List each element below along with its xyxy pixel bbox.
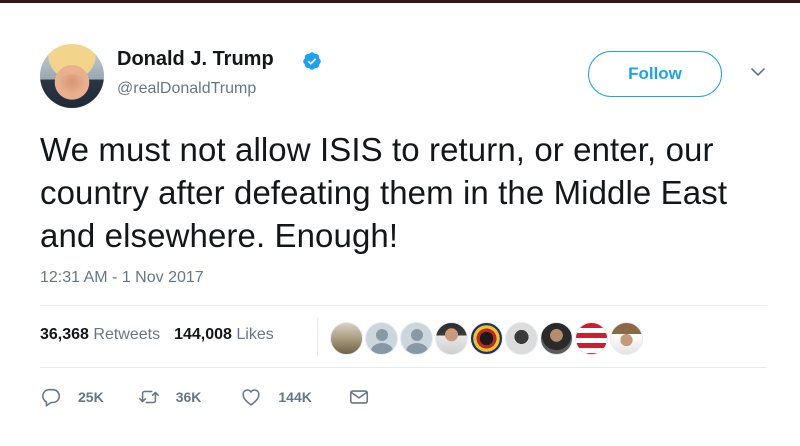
retweet-icon[interactable] [138,386,160,408]
retweets-label: Retweets [93,326,161,343]
divider-top [40,305,767,306]
likes-count: 144,008 [174,326,232,343]
liker-avatar[interactable] [330,322,363,355]
heart-icon[interactable] [240,386,262,408]
reply-icon[interactable] [40,386,62,408]
likes-label: Likes [236,326,274,343]
retweets-count: 36,368 [40,326,89,343]
likes-stat[interactable]: 144,008 Likes [174,326,274,344]
retweet-count: 36K [175,389,202,405]
divider-bottom [40,367,767,368]
verified-badge-icon [303,52,321,70]
chevron-down-icon[interactable] [751,67,765,77]
tweet-actions: 25K 36K 144K [40,386,370,408]
liker-avatar[interactable] [505,322,538,355]
liker-avatar-default[interactable] [365,322,398,355]
tweet-timestamp[interactable]: 12:31 AM - 1 Nov 2017 [40,269,204,287]
envelope-icon[interactable] [348,386,370,408]
retweets-stat[interactable]: 36,368 Retweets [40,326,160,344]
liker-avatars [330,322,643,355]
reply-count: 25K [78,389,104,405]
like-count: 144K [278,389,312,405]
tweet-stats: 36,368 Retweets 144,008 Likes [40,326,274,344]
reply-action[interactable]: 25K [40,386,104,408]
liker-avatar[interactable] [470,322,503,355]
liker-avatar[interactable] [610,322,643,355]
liker-avatar[interactable] [435,322,468,355]
liker-avatar-default[interactable] [400,322,433,355]
stats-divider [317,318,318,356]
author-name[interactable]: Donald J. Trump [117,48,274,71]
follow-button[interactable]: Follow [588,51,722,97]
like-action[interactable]: 144K [240,386,312,408]
liker-avatar[interactable] [540,322,573,355]
liker-avatar[interactable] [575,322,608,355]
message-action[interactable] [348,386,370,408]
author-handle[interactable]: @realDonaldTrump [117,80,256,98]
tweet-text: We must not allow ISIS to return, or ent… [40,131,728,254]
author-avatar[interactable] [40,44,104,108]
avatar-face-shading [58,74,86,94]
top-bar [0,0,800,3]
retweet-action[interactable]: 36K [138,386,202,408]
